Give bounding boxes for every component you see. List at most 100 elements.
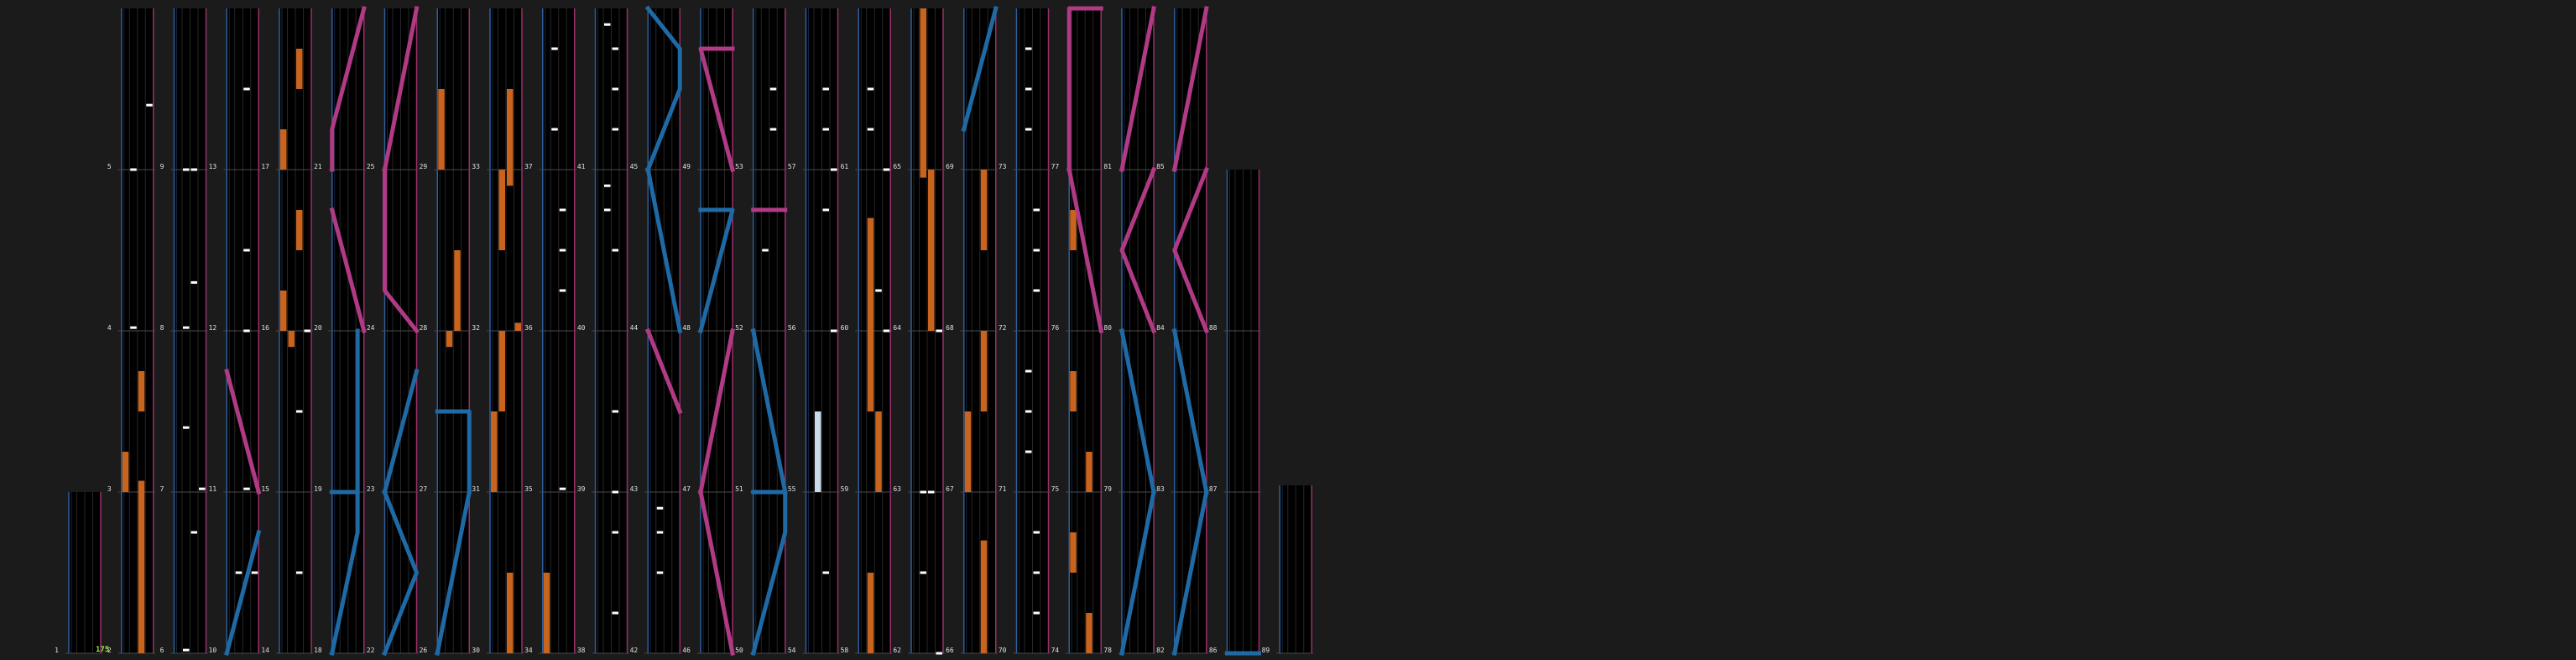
measure-number: 73 — [999, 163, 1007, 170]
measure-number: 88 — [1209, 324, 1218, 332]
hold-note — [498, 170, 505, 250]
measure-number: 40 — [577, 324, 586, 332]
measure-number: 78 — [1103, 647, 1112, 654]
measure-number: 15 — [261, 485, 269, 493]
measure-number: 31 — [472, 485, 480, 493]
chip-note — [1025, 47, 1032, 50]
chip-note — [183, 648, 190, 652]
measure-number: 3 — [107, 485, 112, 493]
measure-number: 14 — [261, 647, 269, 654]
hold-note — [920, 170, 926, 178]
chip-note — [831, 168, 837, 171]
measure-number: 57 — [788, 163, 796, 170]
measure-number: 16 — [261, 324, 269, 332]
chip-note — [243, 249, 250, 252]
measure-number: 54 — [788, 647, 796, 654]
chip-note — [190, 168, 197, 171]
measure-number: 28 — [420, 324, 428, 332]
hold-note — [514, 322, 521, 331]
chip-note — [612, 87, 618, 91]
measure-number: 63 — [893, 485, 901, 493]
hold-note — [438, 89, 445, 170]
hold-note — [296, 210, 303, 250]
chip-note — [304, 329, 310, 333]
measure-number: 61 — [841, 163, 849, 170]
chip-note — [130, 168, 137, 171]
chip-note — [612, 490, 618, 494]
measure-number: 83 — [1156, 485, 1165, 493]
measure-number: 46 — [682, 647, 691, 654]
measure-number: 29 — [420, 163, 428, 170]
chip-note — [190, 531, 197, 534]
measure-number: 43 — [630, 485, 639, 493]
measure-number: 52 — [735, 324, 743, 332]
measure-number: 67 — [946, 485, 954, 493]
measure-number: 55 — [788, 485, 796, 493]
hold-note — [498, 331, 505, 411]
hold-note — [446, 331, 453, 348]
measure-number: 27 — [420, 485, 428, 493]
measure-number: 13 — [209, 163, 217, 170]
measure-number: 10 — [209, 647, 217, 654]
hold-note — [980, 331, 988, 411]
measure-number: 21 — [314, 163, 322, 170]
measure-number: 68 — [946, 324, 954, 332]
measure-number: 62 — [893, 647, 901, 654]
chip-note — [1033, 571, 1040, 574]
hold-note — [875, 411, 882, 492]
measure-number: 26 — [420, 647, 428, 654]
hold-note — [928, 170, 935, 331]
hold-note — [138, 480, 145, 492]
chip-note — [612, 410, 618, 413]
chip-note — [183, 426, 190, 429]
measure-number: 48 — [682, 324, 691, 332]
measure-number: 11 — [209, 485, 217, 493]
measure-number: 7 — [160, 485, 164, 493]
chip-note — [604, 23, 611, 26]
chip-note — [769, 128, 777, 131]
chip-note — [875, 289, 882, 292]
measure-number: 76 — [1051, 324, 1060, 332]
chip-note — [183, 326, 190, 329]
chip-note — [296, 571, 303, 574]
chip-note — [612, 249, 618, 252]
chart-view: 1 234567891011121314151617181920212223242… — [0, 0, 2576, 660]
chip-note — [559, 487, 566, 490]
measure-number: 45 — [630, 163, 639, 170]
measure-number: 34 — [524, 647, 533, 654]
measure-number: 77 — [1051, 163, 1060, 170]
chip-note — [1025, 87, 1032, 91]
measure-number: 30 — [472, 647, 480, 654]
measure-number: 42 — [630, 647, 639, 654]
measure-number: 87 — [1209, 485, 1218, 493]
measure-number: 5 — [107, 163, 112, 170]
measure-number: 23 — [367, 485, 375, 493]
chip-note — [762, 249, 769, 252]
chip-note — [551, 47, 558, 50]
measure-number: 85 — [1156, 163, 1165, 170]
chip-note — [656, 571, 664, 574]
measure-number: 60 — [841, 324, 849, 332]
chip-note — [130, 326, 137, 329]
hold-note — [280, 129, 287, 170]
hold-note — [867, 573, 874, 653]
measure-number: 39 — [577, 485, 586, 493]
measure-number: 80 — [1103, 324, 1112, 332]
hold-note — [138, 492, 145, 653]
chip-note — [1033, 289, 1040, 292]
chip-note — [1025, 450, 1032, 453]
hold-note — [1086, 613, 1092, 653]
measure-number: 50 — [735, 647, 743, 654]
hold-note — [920, 8, 926, 170]
measure-number: 58 — [841, 647, 849, 654]
measure-number: 65 — [893, 163, 901, 170]
hold-note — [288, 331, 295, 348]
chip-note — [656, 531, 664, 534]
chip-note — [235, 571, 242, 574]
chip-note — [612, 128, 618, 131]
chip-note — [831, 329, 837, 333]
measure-number: 82 — [1156, 647, 1165, 654]
measure-number: 64 — [893, 324, 901, 332]
measure-number: 17 — [261, 163, 269, 170]
hold-note — [1070, 210, 1077, 250]
